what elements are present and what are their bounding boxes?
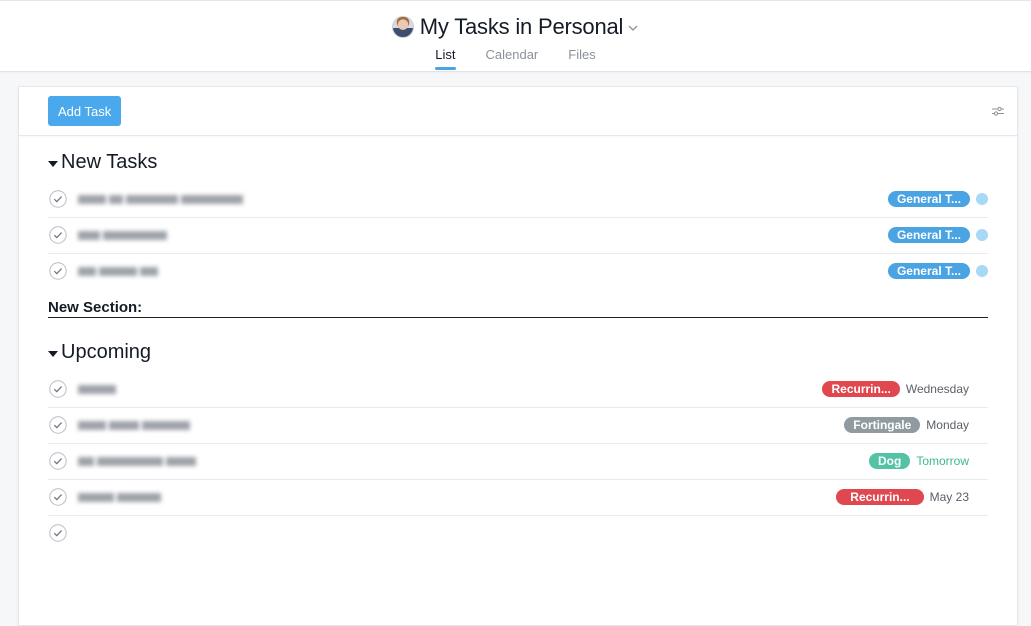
task-name[interactable] (78, 490, 164, 502)
page-title: My Tasks in Personal (419, 14, 624, 39)
task-meta: Fortingale Monday (844, 417, 969, 433)
tab-files[interactable]: Files (568, 47, 595, 68)
task-meta: Dog Tomorrow (868, 453, 969, 469)
tag-pill[interactable]: Fortingale (844, 417, 921, 433)
chevron-down-icon[interactable] (627, 22, 639, 34)
task-list-panel: Add Task New Tasks General T... General … (18, 86, 1018, 626)
task-row[interactable]: Dog Tomorrow (48, 444, 988, 480)
task-name[interactable] (78, 192, 246, 204)
due-date[interactable]: May 23 (930, 490, 969, 504)
caret-down-icon[interactable] (48, 350, 58, 357)
checkmark-circle-icon[interactable] (49, 524, 67, 542)
project-header: My Tasks in Personal List Calendar Files (0, 0, 1031, 72)
section-title: Upcoming (61, 341, 152, 363)
sliders-icon[interactable] (991, 104, 1005, 118)
caret-down-icon[interactable] (48, 160, 58, 167)
task-name[interactable] (78, 454, 199, 466)
task-name[interactable] (78, 228, 170, 240)
tag-pill[interactable]: General T... (887, 191, 970, 207)
checkmark-circle-icon[interactable] (49, 488, 67, 506)
project-title-row[interactable]: My Tasks in Personal (0, 14, 1031, 40)
task-row[interactable]: General T... (48, 218, 988, 254)
user-avatar (391, 16, 414, 38)
tag-pill[interactable]: General T... (887, 263, 970, 279)
tag-pill[interactable]: Dog (868, 453, 911, 469)
due-date[interactable]: Monday (926, 418, 969, 432)
section-title: New Tasks (61, 151, 158, 173)
checkmark-circle-icon[interactable] (49, 226, 67, 244)
task-row[interactable]: General T... (48, 182, 988, 218)
task-meta: General T... (887, 263, 988, 279)
tag-pill[interactable]: Recurrin... (836, 489, 924, 505)
assignee-dot (976, 193, 988, 205)
task-name[interactable] (78, 382, 119, 394)
task-row[interactable]: Recurrin... Wednesday (48, 372, 988, 408)
section-header-upcoming[interactable]: Upcoming (48, 341, 151, 364)
list-toolbar: Add Task (19, 87, 1017, 136)
due-date[interactable]: Wednesday (906, 382, 969, 396)
task-meta: General T... (887, 227, 988, 243)
view-tabs: List Calendar Files (0, 47, 1031, 70)
task-name[interactable] (78, 264, 161, 276)
new-section-title[interactable]: New Section: (48, 299, 988, 318)
checkmark-circle-icon[interactable] (49, 452, 67, 470)
assignee-dot (976, 229, 988, 241)
due-date[interactable]: Tomorrow (916, 454, 969, 468)
checkmark-circle-icon[interactable] (49, 380, 67, 398)
tag-pill[interactable]: Recurrin... (822, 381, 900, 397)
assignee-dot (976, 265, 988, 277)
checkmark-circle-icon[interactable] (49, 190, 67, 208)
task-row[interactable]: General T... (48, 254, 988, 290)
task-name[interactable] (78, 418, 193, 430)
checkmark-circle-icon[interactable] (49, 262, 67, 280)
tag-pill[interactable]: General T... (887, 227, 970, 243)
task-row[interactable]: Fortingale Monday (48, 408, 988, 444)
task-meta: General T... (887, 191, 988, 207)
task-meta: Recurrin... Wednesday (822, 381, 969, 397)
section-header-new-tasks[interactable]: New Tasks (48, 151, 157, 174)
tab-calendar[interactable]: Calendar (486, 47, 539, 68)
add-task-button[interactable]: Add Task (48, 96, 122, 126)
task-meta: Recurrin... May 23 (836, 489, 969, 505)
tab-list[interactable]: List (435, 47, 456, 70)
checkmark-circle-icon[interactable] (49, 416, 67, 434)
task-row[interactable]: Recurrin... May 23 (48, 480, 988, 516)
new-task-row[interactable] (48, 516, 988, 552)
